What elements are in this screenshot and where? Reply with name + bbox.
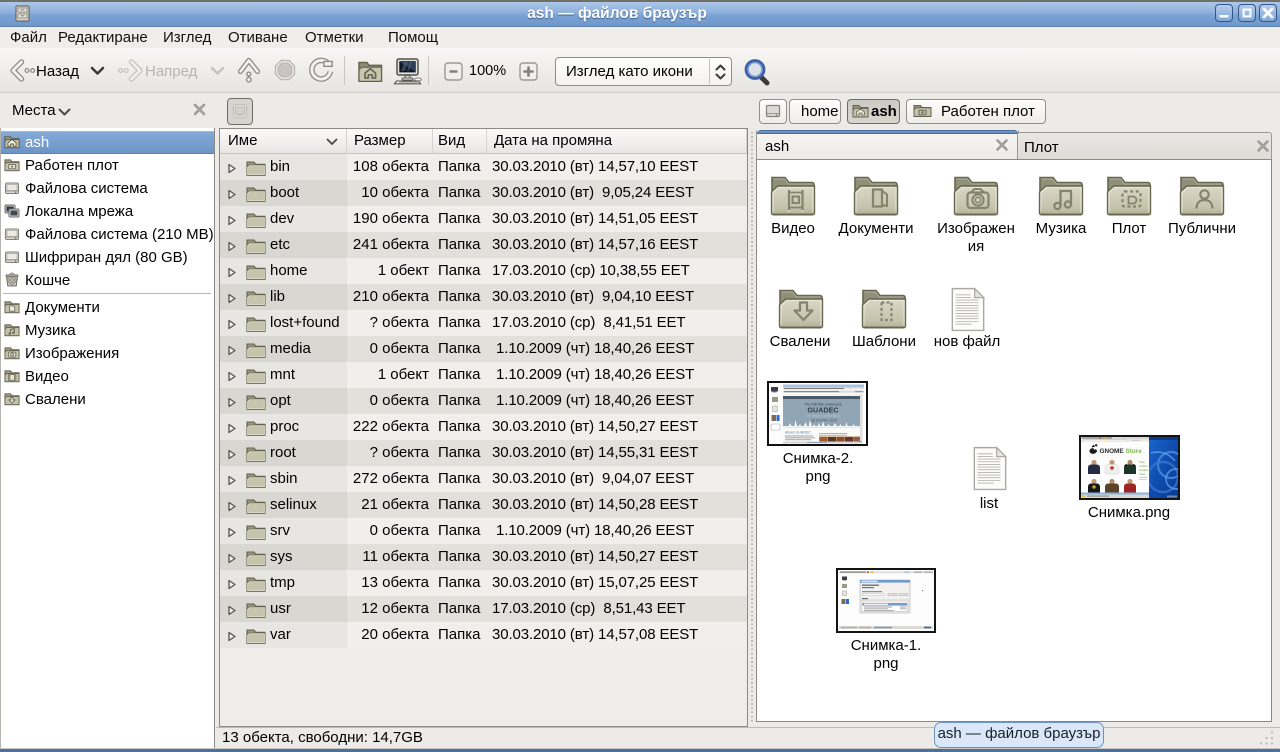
svg-text:About GUADEC: About GUADEC	[785, 431, 811, 435]
svg-text:The Hague, Netherlands: The Hague, Netherlands	[806, 414, 841, 418]
svg-text:T-shirts: T-shirts	[1139, 464, 1148, 468]
svg-text:Caps: Caps	[1139, 472, 1146, 476]
svg-text:Shop: Shop	[1139, 460, 1146, 464]
svg-text:GNOME: GNOME	[1100, 448, 1125, 455]
svg-text:Store: Store	[1126, 448, 1143, 455]
svg-text:Hoodies: Hoodies	[1139, 468, 1149, 472]
